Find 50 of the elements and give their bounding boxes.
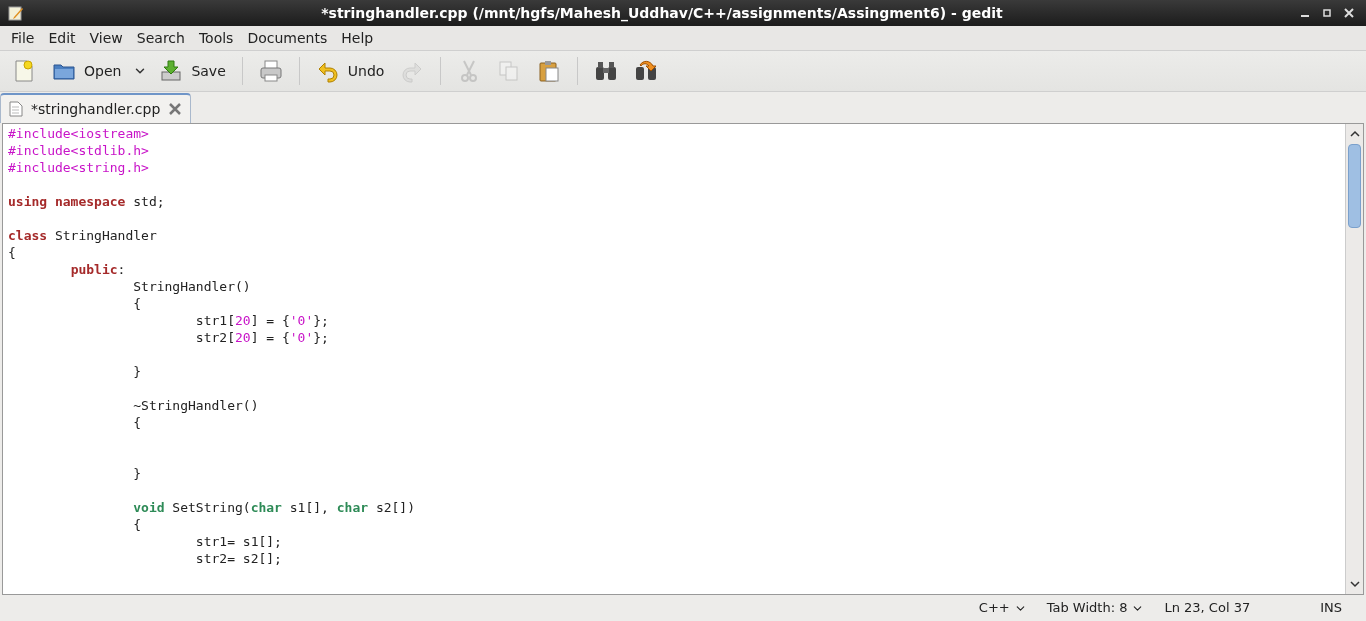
code-line: { [8,244,16,261]
clipboard-icon [537,59,562,83]
open-button[interactable]: Open [44,53,130,89]
menu-item[interactable]: Search [129,27,192,49]
new-document-icon [12,59,36,83]
save-button[interactable]: Save [151,53,234,89]
code-line: str2= s2[]; [194,550,282,567]
menu-item[interactable]: Edit [41,27,83,49]
notepad-pencil-icon [8,5,24,21]
scroll-down-icon[interactable] [1348,578,1361,590]
binoculars-arrow-icon [634,59,659,83]
code-line: { [132,295,142,312]
code-line: #include<iostream> [8,125,149,142]
tab-label: *stringhandler.cpp [31,99,161,119]
menu-item[interactable]: Tools [191,27,241,49]
code-line: } [132,363,142,380]
menu-item[interactable]: File [4,27,42,49]
code-line: str1= s1[]; [194,533,282,550]
printer-icon [258,59,283,83]
undo-button[interactable]: Undo [307,53,393,89]
document-tab[interactable]: *stringhandler.cpp [0,93,192,123]
code-line: ~StringHandler() [132,397,259,414]
language-selector[interactable]: C++ [978,598,1027,618]
insert-mode: INS [1320,599,1342,618]
code-line: void SetString(char s1[], char s2[]) [132,499,416,516]
scrollbar-thumb[interactable] [1348,144,1361,228]
code-line: str2[20] = {'0'}; [194,329,329,346]
close-tab-icon[interactable] [168,102,183,116]
code-line: str1[20] = {'0'}; [194,312,329,329]
cursor-position: Ln 23, Col 37 [1164,599,1251,618]
window-title: *stringhandler.cpp (/mnt/hgfs/Mahesh_Uddhav/C++/assignments/Assingment6) - gedit [321,5,1003,21]
maximize-icon[interactable] [1322,8,1332,18]
vertical-scrollbar[interactable] [1345,124,1363,594]
code-line: StringHandler() [132,278,251,295]
save-icon [159,59,184,83]
code-line: #include<stdlib.h> [8,142,149,159]
menu-item[interactable]: View [82,27,130,49]
code-line: public: [69,261,126,278]
code-line: class StringHandler [8,227,157,244]
menu-item[interactable]: Help [334,27,381,49]
menu-item[interactable]: Documents [240,27,335,49]
document-icon [9,101,23,117]
close-icon[interactable] [1344,8,1354,18]
binoculars-icon [594,59,619,83]
tab-width-selector[interactable]: Tab Width: 8 [1046,598,1145,618]
code-line: using namespace std; [8,193,165,210]
code-line: { [132,516,142,533]
code-line: #include<string.h> [8,159,149,176]
code-line: } [132,465,142,482]
code-line: { [132,414,142,431]
